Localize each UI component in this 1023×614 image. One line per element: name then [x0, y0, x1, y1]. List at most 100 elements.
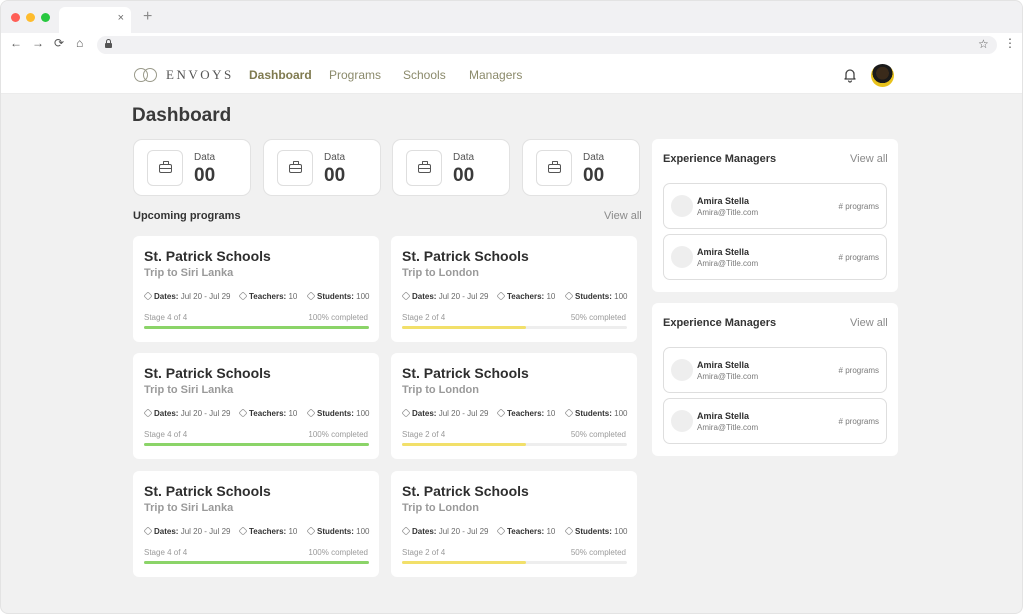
- program-card[interactable]: St. Patrick Schools Trip to London Dates: …: [391, 353, 637, 459]
- app-header: ENVOYS Dashboard Programs Schools Manage…: [1, 57, 1022, 94]
- program-teachers: Teachers: 10: [238, 526, 297, 536]
- program-dates: Dates: Jul 20 - Jul 29: [401, 408, 489, 418]
- manager-name: Amira Stella: [697, 411, 750, 421]
- stat-label: Data: [194, 152, 216, 163]
- program-card[interactable]: St. Patrick Schools Trip to Siri Lanka Dat…: [133, 471, 379, 577]
- back-icon[interactable]: ←: [10, 36, 22, 50]
- program-stage: Stage 2 of 4: [402, 313, 446, 322]
- manager-item[interactable]: Amira Stella Amira@Title.com # programs: [663, 347, 887, 393]
- program-trip-name: Trip to London: [402, 502, 479, 514]
- browser-tab-bar: × +: [1, 1, 1022, 33]
- home-icon[interactable]: ⌂: [76, 36, 83, 50]
- stat-label: Data: [583, 152, 605, 163]
- program-students: Students: 100: [306, 291, 369, 301]
- manager-item[interactable]: Amira Stella Amira@Title.com # programs: [663, 234, 887, 280]
- stat-value: 00: [583, 165, 605, 186]
- browser-menu-icon[interactable]: ⋮: [1004, 36, 1016, 50]
- plane-icon: [306, 291, 316, 301]
- manager-item[interactable]: Amira Stella Amira@Title.com # programs: [663, 183, 887, 229]
- close-window-dot[interactable]: [11, 13, 20, 22]
- nav-managers[interactable]: Managers: [469, 68, 522, 82]
- program-dates: Dates: Jul 20 - Jul 29: [143, 408, 231, 418]
- manager-name: Amira Stella: [697, 247, 750, 257]
- page-title: Dashboard: [132, 105, 232, 126]
- program-teachers: Teachers: 10: [496, 408, 555, 418]
- manager-item[interactable]: Amira Stella Amira@Title.com # programs: [663, 398, 887, 444]
- manager-avatar: [671, 359, 693, 381]
- plane-icon: [496, 291, 506, 301]
- progress-fill: [402, 443, 526, 446]
- plane-icon: [143, 408, 153, 418]
- view-all-link[interactable]: View all: [850, 317, 888, 329]
- notification-bell-icon[interactable]: [843, 67, 857, 83]
- experience-managers-panel: Experience Managers View all Amira Stell…: [652, 303, 898, 456]
- plane-icon: [401, 526, 411, 536]
- stat-card[interactable]: Data 00: [263, 139, 381, 196]
- window-controls: [11, 13, 50, 22]
- minimize-window-dot[interactable]: [26, 13, 35, 22]
- bookmark-star-icon[interactable]: ☆: [978, 37, 989, 51]
- briefcase-icon: [406, 150, 442, 186]
- browser-toolbar: ← → ⟳ ⌂ ☆ ⋮: [1, 33, 1022, 57]
- lock-icon: [105, 39, 112, 48]
- briefcase-icon: [147, 150, 183, 186]
- plane-icon: [238, 291, 248, 301]
- progress-track: [144, 561, 369, 564]
- program-stage: Stage 2 of 4: [402, 430, 446, 439]
- nav-schools[interactable]: Schools: [403, 68, 446, 82]
- plane-icon: [238, 526, 248, 536]
- progress-track: [402, 443, 627, 446]
- nav-programs[interactable]: Programs: [329, 68, 381, 82]
- program-students: Students: 100: [564, 526, 627, 536]
- program-trip-name: Trip to London: [402, 267, 479, 279]
- program-school-name: St. Patrick Schools: [402, 248, 529, 264]
- program-trip-name: Trip to Siri Lanka: [144, 384, 234, 396]
- stat-label: Data: [453, 152, 475, 163]
- nav-dashboard[interactable]: Dashboard: [249, 68, 312, 82]
- program-students: Students: 100: [564, 291, 627, 301]
- envoys-logo[interactable]: ENVOYS: [134, 67, 234, 83]
- stat-card[interactable]: Data 00: [133, 139, 251, 196]
- program-card[interactable]: St. Patrick Schools Trip to London Dates: …: [391, 236, 637, 342]
- program-stage: Stage 4 of 4: [144, 430, 188, 439]
- plane-icon: [306, 526, 316, 536]
- program-dates: Dates: Jul 20 - Jul 29: [143, 526, 231, 536]
- manager-avatar: [671, 410, 693, 432]
- plane-icon: [496, 408, 506, 418]
- logo-mark-icon: [134, 68, 160, 82]
- plane-icon: [401, 408, 411, 418]
- program-students: Students: 100: [306, 408, 369, 418]
- upcoming-view-all-link[interactable]: View all: [604, 210, 642, 222]
- reload-icon[interactable]: ⟳: [54, 36, 64, 50]
- user-avatar[interactable]: [871, 64, 894, 87]
- browser-tab[interactable]: ×: [59, 7, 131, 33]
- plane-icon: [143, 526, 153, 536]
- program-card[interactable]: St. Patrick Schools Trip to Siri Lanka Dat…: [133, 236, 379, 342]
- program-card[interactable]: St. Patrick Schools Trip to Siri Lanka Dat…: [133, 353, 379, 459]
- program-completed: 100% completed: [308, 430, 368, 439]
- manager-avatar: [671, 195, 693, 217]
- program-trip-name: Trip to Siri Lanka: [144, 267, 234, 279]
- forward-icon[interactable]: →: [32, 36, 44, 50]
- stat-value: 00: [194, 165, 216, 186]
- new-tab-icon[interactable]: +: [143, 8, 152, 26]
- tab-close-icon[interactable]: ×: [118, 12, 124, 24]
- manager-email: Amira@Title.com: [697, 259, 759, 268]
- view-all-link[interactable]: View all: [850, 153, 888, 165]
- program-trip-name: Trip to Siri Lanka: [144, 502, 234, 514]
- stat-card[interactable]: Data 00: [392, 139, 510, 196]
- program-card[interactable]: St. Patrick Schools Trip to London Dates: …: [391, 471, 637, 577]
- progress-track: [144, 443, 369, 446]
- address-bar[interactable]: [97, 36, 997, 54]
- program-students: Students: 100: [306, 526, 369, 536]
- briefcase-icon: [277, 150, 313, 186]
- program-trip-name: Trip to London: [402, 384, 479, 396]
- plane-icon: [564, 291, 574, 301]
- progress-fill: [402, 561, 526, 564]
- progress-fill: [144, 561, 369, 564]
- program-teachers: Teachers: 10: [238, 408, 297, 418]
- progress-fill: [144, 326, 369, 329]
- stat-card[interactable]: Data 00: [522, 139, 640, 196]
- progress-fill: [402, 326, 526, 329]
- maximize-window-dot[interactable]: [41, 13, 50, 22]
